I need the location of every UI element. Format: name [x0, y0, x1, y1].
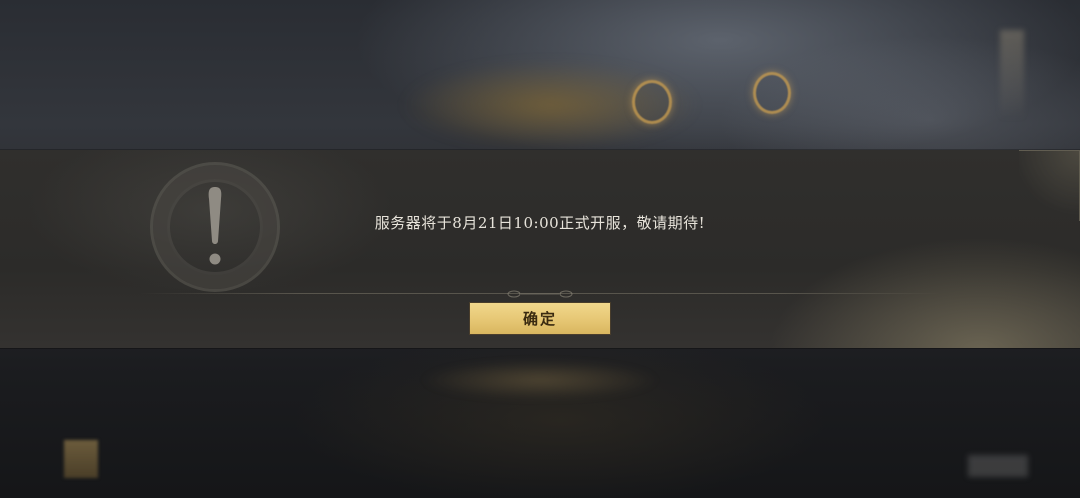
dialog-message: 服务器将于8月21日10:00正式开服，敬请期待! — [374, 214, 706, 232]
divider-ornament — [507, 290, 573, 298]
dialog-corner-ornament — [1019, 150, 1080, 221]
notice-dialog: 服务器将于8月21日10:00正式开服，敬请期待! 确定 — [0, 150, 1080, 348]
background-ring-ornament — [632, 80, 672, 124]
background-button-glow — [420, 360, 660, 400]
background-title-glow — [400, 60, 700, 150]
background-ring-ornament — [753, 72, 791, 114]
background-bottom-button — [968, 455, 1028, 477]
game-screen: 服务器将于8月21日10:00正式开服，敬请期待! 确定 — [0, 0, 1080, 498]
confirm-button[interactable]: 确定 — [470, 303, 610, 334]
background-right-ornament — [1000, 30, 1024, 120]
background-side-icon — [64, 440, 98, 478]
